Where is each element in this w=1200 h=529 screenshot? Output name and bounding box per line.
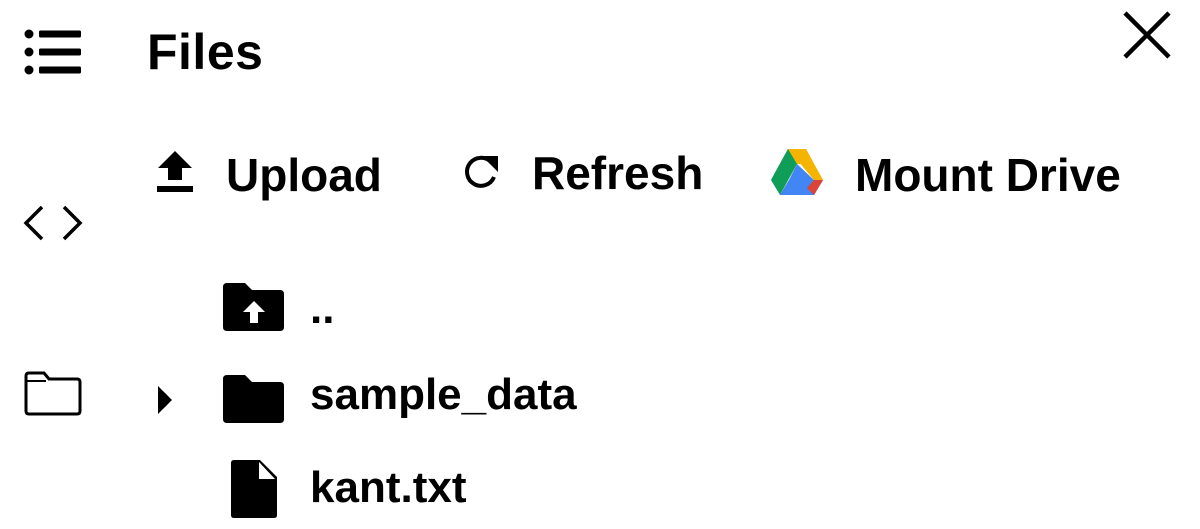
folder-upload-icon: [221, 282, 285, 332]
mount-drive-button[interactable]: Mount Drive: [770, 145, 1140, 205]
file-icon: [230, 459, 278, 519]
refresh-button[interactable]: Refresh: [455, 145, 720, 205]
upload-icon: [154, 150, 196, 194]
file-tree-item-label: kant.txt: [310, 463, 467, 512]
refresh-label: Refresh: [532, 147, 704, 199]
folder-outline-icon[interactable]: [22, 370, 84, 418]
folder-icon: [221, 374, 285, 424]
file-tree-row-parent[interactable]: ..: [150, 276, 750, 340]
refresh-icon: [458, 151, 502, 195]
mount-drive-label: Mount Drive: [855, 149, 1121, 201]
file-tree-item-label: ..: [310, 284, 335, 333]
panel-title: Files: [147, 24, 264, 80]
code-brackets-icon[interactable]: [22, 205, 84, 241]
upload-label: Upload: [226, 149, 382, 201]
file-tree-row-sample-data[interactable]: sample_data: [150, 362, 750, 428]
google-drive-icon: [770, 148, 824, 196]
close-icon[interactable]: [1122, 10, 1172, 60]
menu-list-icon[interactable]: [24, 28, 82, 76]
file-tree-item-label: sample_data: [310, 370, 577, 419]
file-tree-row-kant-txt[interactable]: kant.txt: [150, 455, 750, 521]
expand-caret-icon[interactable]: [157, 385, 173, 415]
upload-button[interactable]: Upload: [150, 145, 400, 205]
